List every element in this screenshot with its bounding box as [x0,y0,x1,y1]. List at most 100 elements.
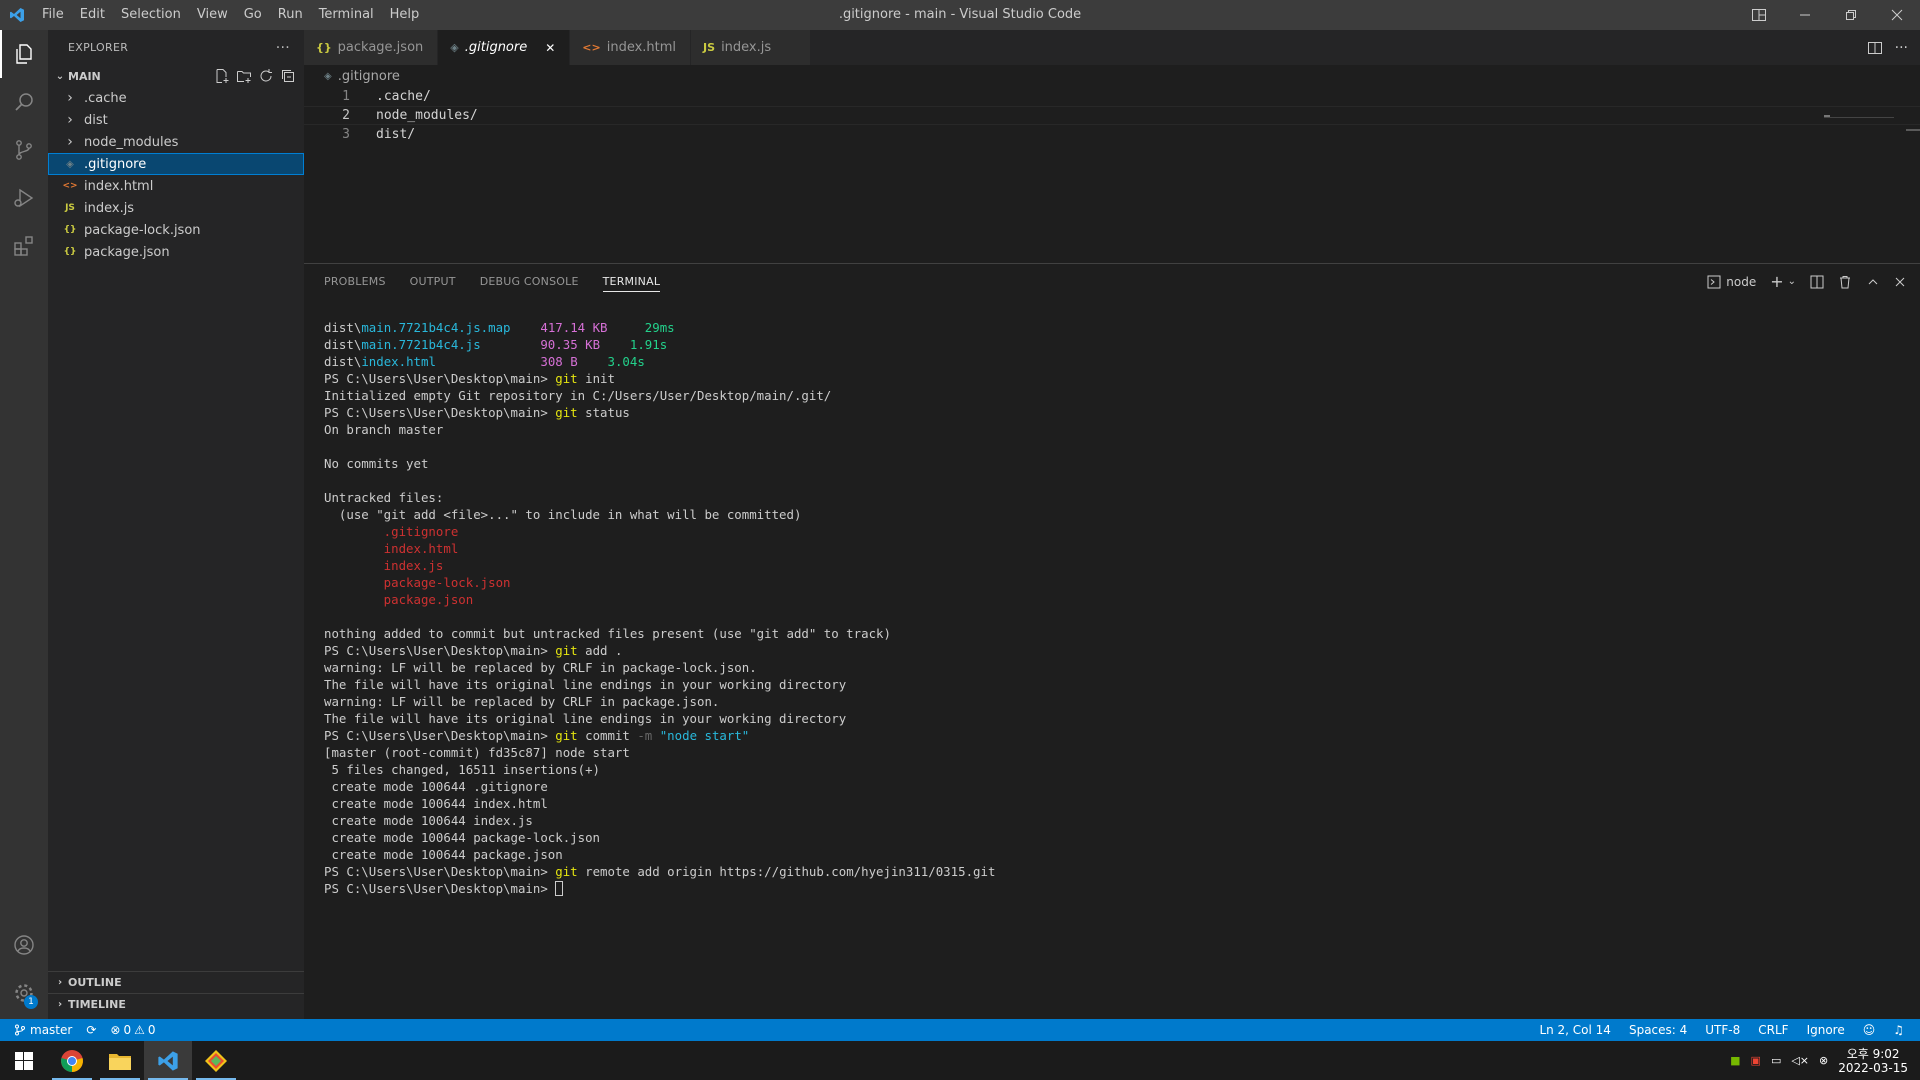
terminal-line: (use "git add <file>..." to include in w… [324,506,995,523]
layout-icon[interactable] [1736,0,1782,30]
notifications-bell-icon[interactable]: ♫ [1893,1023,1904,1037]
line-text: node_modules/ [376,108,478,123]
sync-icon[interactable]: ⟳ [86,1023,96,1037]
app-tray-icon[interactable]: ▣ [1751,1054,1761,1067]
menu-run[interactable]: Run [270,0,311,30]
indentation[interactable]: Spaces: 4 [1629,1023,1687,1037]
menu-selection[interactable]: Selection [113,0,189,30]
panel-tab-output[interactable]: OUTPUT [410,264,456,299]
menu-go[interactable]: Go [236,0,270,30]
new-folder-icon[interactable] [236,68,252,84]
close-panel-icon[interactable] [1894,276,1906,288]
chevron-down-icon[interactable]: ⌄ [1788,276,1796,287]
minimize-button[interactable] [1782,0,1828,30]
branch-name: master [30,1023,73,1037]
tab-index-js[interactable]: JS index.js [691,30,812,65]
cursor-position[interactable]: Ln 2, Col 14 [1539,1023,1611,1037]
terminal-segment: PS C:\Users\User\Desktop\main> [324,643,556,658]
tree-item-index-js[interactable]: JS index.js [48,197,304,219]
split-terminal-icon[interactable] [1810,275,1824,289]
tab-index-html[interactable]: <> index.html [570,30,692,65]
terminal-line: dist\main.7721b4c4.js 90.35 KB 1.91s [324,336,995,353]
git-branch-icon [15,1024,25,1036]
nvidia-tray-icon[interactable]: ■ [1730,1054,1740,1067]
new-file-icon[interactable] [214,68,230,84]
tab-package-json[interactable]: {} package.json [304,30,439,65]
settings-gear-icon[interactable]: 1 [0,969,48,1017]
panel-tab-terminal[interactable]: TERMINAL [602,272,661,292]
network-icon[interactable]: ▭ [1771,1054,1781,1067]
menu-file[interactable]: File [34,0,72,30]
minimap[interactable] [1800,87,1920,263]
refresh-icon[interactable] [258,68,274,84]
close-circle-icon[interactable]: ⊗ [1819,1054,1828,1067]
terminal-segment: create mode 100644 .gitignore [324,779,548,794]
tree-item-package-lock-json[interactable]: {} package-lock.json [48,219,304,241]
collapse-all-icon[interactable] [280,68,296,84]
more-actions-icon[interactable]: ··· [276,40,290,56]
tree-item-cache[interactable]: › .cache [48,87,304,109]
windows-start-icon[interactable] [0,1041,48,1080]
terminal-selector[interactable]: node [1707,275,1756,289]
restore-button[interactable] [1828,0,1874,30]
terminal-segment: PS C:\Users\User\Desktop\main> [324,728,556,743]
problems-indicator[interactable]: ⊗ 0 ⚠ 0 [110,1023,155,1037]
tree-item-label: package-lock.json [84,222,201,238]
vscode-taskbar-icon[interactable] [144,1041,192,1080]
outline-section-header[interactable]: › OUTLINE [48,971,304,993]
file-explorer-icon[interactable] [96,1041,144,1080]
git-client-icon[interactable] [192,1041,240,1080]
warning-icon: ⚠ [134,1023,145,1037]
close-icon[interactable]: ✕ [527,41,555,55]
chevron-up-icon[interactable] [1866,275,1880,289]
terminal-line: PS C:\Users\User\Desktop\main> git add . [324,642,995,659]
chrome-icon[interactable] [48,1041,96,1080]
breadcrumb-file[interactable]: .gitignore [338,69,400,84]
menu-edit[interactable]: Edit [72,0,113,30]
terminal-segment: 308 B [435,354,578,369]
tree-item-gitignore[interactable]: ◈ .gitignore [48,153,304,175]
timeline-section-header[interactable]: › TIMELINE [48,993,304,1015]
explorer-icon[interactable] [0,30,48,78]
tab-gitignore[interactable]: ◈ .gitignore ✕ [438,30,571,65]
trash-icon[interactable] [1838,275,1852,289]
tree-item-label: dist [84,112,108,128]
volume-muted-icon[interactable]: ◁× [1791,1054,1809,1067]
branch-indicator[interactable]: master [14,1023,72,1037]
extensions-icon[interactable] [0,222,48,270]
terminal-cursor [555,881,564,896]
close-window-button[interactable] [1874,0,1920,30]
language-mode[interactable]: Ignore [1807,1023,1845,1037]
end-of-line[interactable]: CRLF [1758,1023,1788,1037]
terminal-segment: package-lock.json [324,575,511,590]
feedback-icon[interactable]: ☺ [1863,1023,1876,1037]
encoding[interactable]: UTF-8 [1705,1023,1740,1037]
menu-help[interactable]: Help [382,0,428,30]
panel-tab-problems[interactable]: PROBLEMS [324,264,386,299]
split-editor-icon[interactable] [1867,40,1883,56]
menu-view[interactable]: View [189,0,236,30]
menu-terminal[interactable]: Terminal [311,0,382,30]
system-clock[interactable]: 오후 9:02 2022-03-15 [1838,1047,1908,1075]
breadcrumb[interactable]: ◈ .gitignore [304,65,1920,87]
run-debug-icon[interactable] [0,174,48,222]
workspace-name: MAIN [68,69,101,83]
workspace-section-header[interactable]: ⌄ MAIN [48,65,304,87]
terminal-segment: 5 files changed, 16511 insertions(+) [324,762,601,777]
tree-item-package-json[interactable]: {} package.json [48,241,304,263]
terminal-line: No commits yet [324,455,995,472]
accounts-icon[interactable] [0,921,48,969]
tree-item-node-modules[interactable]: › node_modules [48,131,304,153]
tree-item-dist[interactable]: › dist [48,109,304,131]
new-terminal-icon[interactable]: + [1770,272,1783,291]
terminal-line: [master (root-commit) fd35c87] node star… [324,744,995,761]
terminal-line: PS C:\Users\User\Desktop\main> git init [324,370,995,387]
terminal-output[interactable]: dist\main.7721b4c4.js.map 417.14 KB 29ms… [324,319,995,897]
line-number: 1 [342,89,350,104]
tree-item-index-html[interactable]: <> index.html [48,175,304,197]
search-icon[interactable] [0,78,48,126]
more-actions-icon[interactable]: ··· [1895,40,1908,56]
source-control-icon[interactable] [0,126,48,174]
code-editor[interactable]: 1 .cache/2 node_modules/3 dist/ [304,87,1920,144]
panel-tab-debug-console[interactable]: DEBUG CONSOLE [480,264,579,299]
